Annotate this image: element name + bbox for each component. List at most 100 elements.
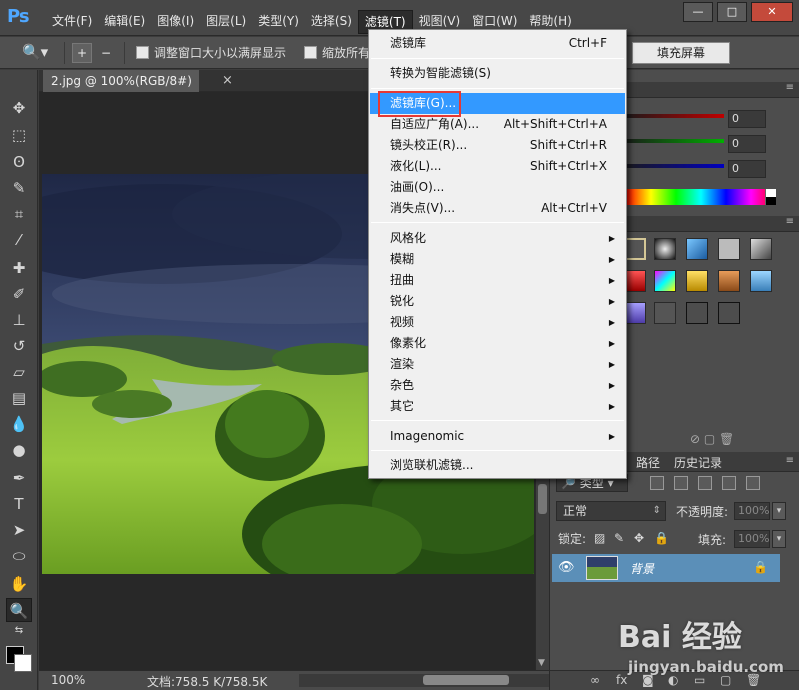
close-button[interactable]: ✕ [751, 2, 793, 22]
menu-select[interactable]: 选择(S) [305, 10, 358, 34]
path-select-tool-icon[interactable]: ➤ [6, 518, 32, 542]
fill-screen-button[interactable]: 填充屏幕 [632, 42, 730, 64]
menu-item-distort[interactable]: 扭曲 ▶ [370, 270, 625, 291]
zoom-tool-active-icon[interactable]: 🔍 [6, 598, 32, 622]
blend-mode-select[interactable]: 正常 ⇕ [556, 501, 666, 521]
history-brush-tool-icon[interactable]: ↺ [6, 334, 32, 358]
scrollbar-thumb[interactable] [423, 675, 509, 685]
panel-menu-icon[interactable]: ≡ [786, 216, 794, 227]
zoom-tool-icon[interactable]: 🔍▾ [22, 43, 48, 61]
lock-pixels-icon[interactable]: ✎ [614, 531, 624, 545]
canvas-horizontal-scrollbar[interactable] [299, 674, 569, 687]
zoom-out-icon[interactable]: − [96, 43, 116, 63]
style-swatch[interactable] [750, 238, 772, 260]
menu-edit[interactable]: 编辑(E) [98, 10, 151, 34]
zoom-all-checkbox[interactable] [304, 46, 317, 59]
lock-all-icon[interactable]: 🔒 [654, 531, 669, 545]
fill-input[interactable]: 100% [734, 530, 770, 548]
menu-item-convert-smart-filter[interactable]: 转换为智能滤镜(S) [370, 63, 625, 84]
styles-delete-icon[interactable]: ⊘ ▢ 🗑 [690, 432, 734, 446]
move-tool-icon[interactable]: ✥ [6, 96, 32, 120]
style-swatch[interactable] [718, 302, 740, 324]
style-swatch[interactable] [654, 302, 676, 324]
red-slider[interactable] [624, 114, 724, 118]
eraser-tool-icon[interactable]: ▱ [6, 360, 32, 384]
lock-position-icon[interactable]: ✥ [634, 531, 644, 545]
brush-tool-icon[interactable]: ✐ [6, 282, 32, 306]
blue-slider[interactable] [624, 164, 724, 168]
menu-item-liquify[interactable]: 液化(L)... Shift+Ctrl+X [370, 156, 625, 177]
style-swatch[interactable] [624, 302, 646, 324]
pen-tool-icon[interactable]: ✒ [6, 466, 32, 490]
tab-history[interactable]: 历史记录 [674, 454, 722, 471]
type-tool-icon[interactable]: T [6, 492, 32, 516]
red-value[interactable]: 0 [728, 110, 766, 128]
opacity-input[interactable]: 100% [734, 502, 770, 520]
filter-shape-icon[interactable] [722, 476, 736, 490]
filter-pixel-icon[interactable] [650, 476, 664, 490]
menu-item-adaptive-wide-angle[interactable]: 自适应广角(A)... Alt+Shift+Ctrl+A [370, 114, 625, 135]
menu-item-oil-paint[interactable]: 油画(O)... [370, 177, 625, 198]
menu-item-filter-gallery-last[interactable]: 滤镜库 Ctrl+F [370, 33, 625, 54]
link-layers-icon[interactable]: ∞ [590, 673, 600, 687]
style-swatch[interactable] [686, 302, 708, 324]
style-swatch[interactable] [686, 270, 708, 292]
background-color-swatch[interactable] [14, 654, 32, 672]
opacity-dropdown-icon[interactable]: ▾ [772, 502, 786, 520]
zoom-level[interactable]: 100% [51, 673, 85, 687]
scrollbar-thumb[interactable] [538, 484, 547, 514]
marquee-tool-icon[interactable]: ⬚ [6, 123, 32, 147]
layer-name[interactable]: 背景 [630, 560, 654, 577]
tab-paths[interactable]: 路径 [636, 454, 660, 471]
menu-item-pixelate[interactable]: 像素化 ▶ [370, 333, 625, 354]
menu-item-stylize[interactable]: 风格化 ▶ [370, 228, 625, 249]
filter-type-icon[interactable] [698, 476, 712, 490]
menu-layer[interactable]: 图层(L) [200, 10, 252, 34]
crop-tool-icon[interactable]: ⌗ [6, 202, 32, 226]
style-swatch[interactable] [750, 270, 772, 292]
style-swatch[interactable] [718, 238, 740, 260]
healing-brush-tool-icon[interactable]: ✚ [6, 256, 32, 280]
menu-item-vanishing-point[interactable]: 消失点(V)... Alt+Ctrl+V [370, 198, 625, 219]
panel-menu-icon[interactable]: ≡ [786, 82, 794, 93]
style-swatch[interactable] [686, 238, 708, 260]
menu-item-lens-correction[interactable]: 镜头校正(R)... Shift+Ctrl+R [370, 135, 625, 156]
menu-item-render[interactable]: 渲染 ▶ [370, 354, 625, 375]
quick-select-tool-icon[interactable]: ✎ [6, 176, 32, 200]
menu-file[interactable]: 文件(F) [46, 10, 98, 34]
tab-close-icon[interactable]: × [222, 70, 233, 92]
document-info[interactable]: 文档:758.5 K/758.5K [147, 673, 267, 690]
style-swatch[interactable] [654, 270, 676, 292]
hand-tool-icon[interactable]: ✋ [6, 572, 32, 596]
style-swatch[interactable] [624, 270, 646, 292]
resize-windows-checkbox[interactable] [136, 46, 149, 59]
gradient-tool-icon[interactable]: ▤ [6, 386, 32, 410]
menu-image[interactable]: 图像(I) [151, 10, 200, 34]
swap-colors-icon[interactable]: ⇆ [6, 622, 32, 640]
filter-adjust-icon[interactable] [674, 476, 688, 490]
eye-icon[interactable]: 👁 [558, 560, 575, 575]
layer-row-background[interactable]: 👁 背景 🔒 [552, 554, 780, 582]
scroll-down-icon[interactable]: ▼ [538, 658, 545, 668]
menu-item-sharpen[interactable]: 锐化 ▶ [370, 291, 625, 312]
fill-dropdown-icon[interactable]: ▾ [772, 530, 786, 548]
black-white-swatch[interactable] [765, 189, 776, 205]
blur-tool-icon[interactable]: 💧 [6, 412, 32, 436]
eyedropper-tool-icon[interactable]: ⁄ [6, 228, 32, 252]
menu-item-imagenomic[interactable]: Imagenomic ▶ [370, 426, 625, 447]
green-slider[interactable] [624, 139, 724, 143]
green-value[interactable]: 0 [728, 135, 766, 153]
ellipse-tool-icon[interactable]: ⬭ [6, 544, 32, 568]
lock-transparent-icon[interactable]: ▨ [594, 531, 605, 545]
maximize-button[interactable]: □ [717, 2, 747, 22]
blue-value[interactable]: 0 [728, 160, 766, 178]
panel-menu-icon[interactable]: ≡ [786, 455, 794, 466]
dodge-tool-icon[interactable]: ● [6, 438, 32, 462]
color-spectrum[interactable] [626, 189, 776, 205]
menu-item-video[interactable]: 视频 ▶ [370, 312, 625, 333]
zoom-in-icon[interactable]: + [72, 43, 92, 63]
style-swatch[interactable] [654, 238, 676, 260]
menu-item-other[interactable]: 其它 ▶ [370, 396, 625, 417]
filter-smart-icon[interactable] [746, 476, 760, 490]
menu-item-browse-online-filters[interactable]: 浏览联机滤镜... [370, 455, 625, 476]
